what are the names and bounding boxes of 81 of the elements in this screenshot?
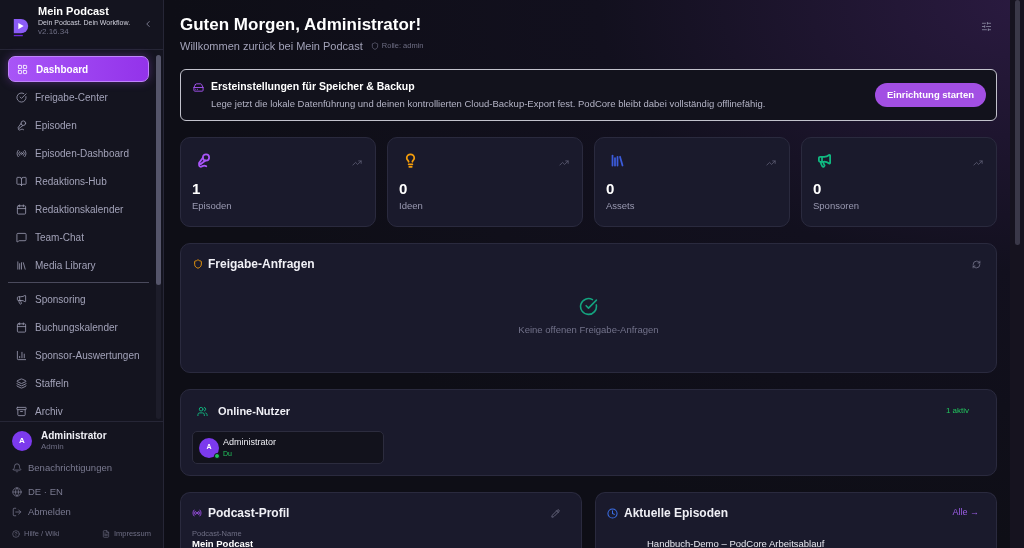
page-scrollbar[interactable] <box>1010 0 1024 548</box>
bell-icon <box>12 463 22 473</box>
nav-item[interactable]: Sponsor-Auswertungen <box>8 342 149 368</box>
trend-up-icon <box>766 158 776 168</box>
card-title: Podcast-Profil <box>208 505 290 522</box>
check-circle-icon <box>579 297 598 316</box>
users-icon <box>197 405 208 417</box>
stat-value: 1 <box>192 181 202 197</box>
sliders-icon <box>980 20 992 32</box>
refresh-icon[interactable] <box>972 259 981 269</box>
empty-state-text: Keine offenen Freigabe-Anfragen <box>518 323 659 337</box>
page-subtitle: Willkommen zurück bei Mein Podcast <box>180 39 363 53</box>
stat-label: Ideen <box>399 200 424 212</box>
nav-item[interactable]: Staffeln <box>8 370 149 396</box>
user-name: Administrator <box>223 437 276 448</box>
all-link[interactable]: Alle → <box>952 506 979 520</box>
page-title: Guten Morgen, Administrator! <box>180 14 423 36</box>
trend-up-icon <box>973 158 983 168</box>
card-title: Freigabe-Anfragen <box>208 256 315 273</box>
trend-up-icon <box>559 158 569 168</box>
card-title: Aktuelle Episoden <box>624 505 729 522</box>
sidebar-link[interactable]: Benachrichtigungen <box>12 458 151 478</box>
user-name: Administrator <box>41 430 107 442</box>
trend-up-icon <box>352 158 362 168</box>
stat-value: 0 <box>399 181 409 197</box>
microphone-icon <box>16 119 27 131</box>
sidebar-link[interactable]: DE · EN <box>12 482 151 502</box>
document-icon <box>101 530 110 538</box>
banner-text: Lege jetzt die lokale Datenführung und deinen kontrollierten Cloud-Backup-Export fest. PodCore bleibt dabei vollständig offlinefähig. <box>211 98 767 110</box>
sidebar-scrollbar[interactable] <box>156 55 161 419</box>
app-name: Mein Podcast <box>38 5 110 18</box>
nav-item[interactable]: Episoden <box>8 112 149 138</box>
app-version: v2.16.34 <box>38 27 70 37</box>
megaphone-icon <box>16 293 27 305</box>
calendar-icon <box>16 321 27 333</box>
nav-item[interactable]: Buchungskalender <box>8 314 149 340</box>
user-role: Admin <box>41 442 65 452</box>
stat-value: 0 <box>606 181 616 197</box>
grid-icon <box>17 63 28 75</box>
user-avatar[interactable]: A <box>12 431 32 451</box>
stat-label: Episoden <box>192 200 233 212</box>
setup-button[interactable]: Einrichtung starten <box>874 83 986 107</box>
nav-item[interactable]: Episoden-Dashboard <box>8 140 149 166</box>
stat-value: 0 <box>813 181 823 197</box>
logout-icon <box>12 507 22 517</box>
globe-icon <box>12 487 22 497</box>
stat-label: Assets <box>606 200 636 212</box>
logo-icon <box>12 17 30 37</box>
shield-icon <box>370 42 379 50</box>
nav-item[interactable]: Dashboard <box>8 56 149 82</box>
banner-title: Ersteinstellungen für Speicher & Backup <box>211 79 415 95</box>
clock-icon <box>607 507 618 519</box>
settings-button[interactable] <box>979 19 993 33</box>
layers-icon <box>16 377 27 389</box>
stat-label: Sponsoren <box>813 200 860 212</box>
archive-box-icon <box>16 405 27 417</box>
edit-icon[interactable] <box>551 508 560 518</box>
nav-item[interactable]: Team-Chat <box>8 224 149 250</box>
calendar-icon <box>16 203 27 215</box>
check-circle-icon <box>16 91 27 103</box>
episode-title: Handbuch-Demo – PodCore Arbeitsablauf <box>647 538 826 548</box>
broadcast-icon <box>192 508 202 518</box>
nav-item[interactable]: Media Library <box>8 252 149 278</box>
active-count: 1 aktiv <box>945 405 969 417</box>
shield-icon <box>193 259 203 269</box>
book-icon <box>16 175 27 187</box>
nav-item[interactable]: Freigabe-Center <box>8 84 149 110</box>
broadcast-icon <box>16 147 27 159</box>
field-value: Mein Podcast <box>192 538 255 548</box>
bar-chart-icon <box>16 349 27 361</box>
library-icon <box>16 259 27 271</box>
nav-item[interactable]: Archiv <box>8 398 149 424</box>
nav-item[interactable]: Sponsoring <box>8 286 149 312</box>
nav-item[interactable]: Redaktionskalender <box>8 196 149 222</box>
card-title: Online-Nutzer <box>218 403 291 419</box>
chat-bubble-icon <box>16 231 27 243</box>
hard-drive-icon <box>193 81 204 93</box>
collapse-icon[interactable] <box>143 19 153 29</box>
nav-item[interactable]: Redaktions-Hub <box>8 168 149 194</box>
sidebar-link[interactable]: Abmelden <box>12 502 151 522</box>
help-icon <box>12 530 20 538</box>
